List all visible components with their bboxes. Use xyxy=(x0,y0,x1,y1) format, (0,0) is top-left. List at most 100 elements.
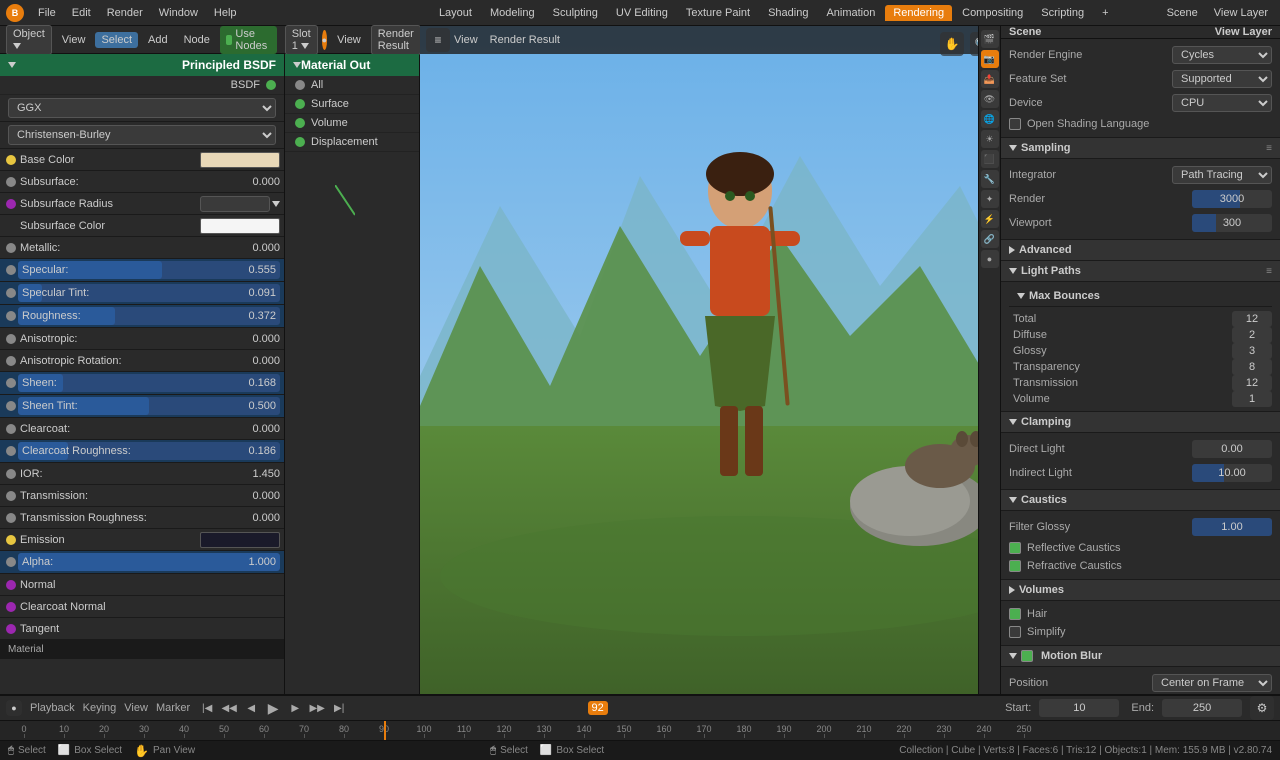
subsurface-color-swatch[interactable] xyxy=(200,218,280,234)
view-menu-timeline[interactable]: View xyxy=(124,702,148,714)
base-color-swatch[interactable] xyxy=(200,152,280,168)
prev-keyframe-btn[interactable]: ◀◀ xyxy=(220,699,238,717)
param-val-clearcoat[interactable]: 0.000 xyxy=(210,423,280,435)
param-val-metallic[interactable]: 0.000 xyxy=(210,242,280,254)
prop-icon-render[interactable]: 📷 xyxy=(981,50,999,68)
prop-icon-physics[interactable]: ⚡ xyxy=(981,210,999,228)
clamping-section-header[interactable]: Clamping xyxy=(1001,412,1280,433)
view2-menu[interactable]: View xyxy=(331,32,367,48)
sphere-preview-btn[interactable]: ● xyxy=(322,30,327,50)
motion-blur-section-header[interactable]: Motion Blur xyxy=(1001,646,1280,667)
timeline-dropdown-icon[interactable]: ● xyxy=(6,700,22,716)
alpha-slider[interactable]: Alpha: 1.000 xyxy=(18,553,280,571)
sheen-slider[interactable]: Sheen: 0.168 xyxy=(18,374,280,392)
viewport-grab-icon[interactable]: ✋ xyxy=(940,32,964,56)
specular-slider[interactable]: Specular: 0.555 xyxy=(18,261,280,279)
tab-scripting[interactable]: Scripting xyxy=(1033,5,1092,21)
prop-icon-object[interactable]: ⬛ xyxy=(981,150,999,168)
motion-blur-checkbox[interactable] xyxy=(1021,650,1033,662)
slot-dropdown[interactable]: Slot 1 xyxy=(285,25,318,55)
tab-modeling[interactable]: Modeling xyxy=(482,5,543,21)
scene-label[interactable]: Scene xyxy=(1161,5,1204,21)
tab-compositing[interactable]: Compositing xyxy=(954,5,1031,21)
indirect-light-slider[interactable]: 10.00 xyxy=(1192,464,1272,482)
reflective-caustics-checkbox[interactable] xyxy=(1009,542,1021,554)
prop-icon-output[interactable]: 📤 xyxy=(981,70,999,88)
bounce-val-glossy[interactable]: 3 xyxy=(1232,343,1272,359)
viewport-menu-icon[interactable]: ≡ xyxy=(426,28,450,52)
prop-icon-particles[interactable]: ✦ xyxy=(981,190,999,208)
keying-menu[interactable]: Keying xyxy=(83,702,117,714)
refractive-caustics-checkbox[interactable] xyxy=(1009,560,1021,572)
tab-sculpting[interactable]: Sculpting xyxy=(545,5,606,21)
param-val-subsurface[interactable]: 0.000 xyxy=(210,176,280,188)
param-val-transmission-roughness[interactable]: 0.000 xyxy=(210,512,280,524)
select-menu[interactable]: Select xyxy=(95,32,138,48)
prev-frame-btn[interactable]: ◀ xyxy=(242,699,260,717)
material-output-header[interactable]: Material Out xyxy=(285,54,419,76)
light-paths-options-icon[interactable]: ≡ xyxy=(1266,266,1272,277)
prop-icon-constraints[interactable]: 🔗 xyxy=(981,230,999,248)
prop-icon-world[interactable]: ☀ xyxy=(981,130,999,148)
go-end-btn[interactable]: ▶| xyxy=(330,699,348,717)
direct-light-slider[interactable]: 0.00 xyxy=(1192,440,1272,458)
start-frame-input[interactable]: 10 xyxy=(1039,699,1119,717)
volumes-section-header[interactable]: Volumes xyxy=(1001,580,1280,601)
tab-rendering[interactable]: Rendering xyxy=(885,5,952,21)
go-start-btn[interactable]: |◀ xyxy=(198,699,216,717)
next-frame-btn[interactable]: ▶ xyxy=(286,699,304,717)
device-select[interactable]: CPU GPU xyxy=(1172,94,1272,112)
tab-layout[interactable]: Layout xyxy=(431,5,480,21)
bounce-val-diffuse[interactable]: 2 xyxy=(1232,327,1272,343)
play-btn[interactable]: ▶ xyxy=(264,699,282,717)
bounce-val-transparency[interactable]: 8 xyxy=(1232,359,1272,375)
prop-icon-material[interactable]: ● xyxy=(981,250,999,268)
menu-file[interactable]: File xyxy=(32,5,62,21)
render-engine-select[interactable]: Cycles EEVEE xyxy=(1172,46,1272,64)
open-shading-checkbox[interactable] xyxy=(1009,118,1021,130)
render-samples-slider[interactable]: 3000 xyxy=(1192,190,1272,208)
tab-animation[interactable]: Animation xyxy=(818,5,883,21)
sampling-options-icon[interactable]: ≡ xyxy=(1266,143,1272,154)
viewport-samples-slider[interactable]: 300 xyxy=(1192,214,1272,232)
clearcoat-roughness-slider[interactable]: Clearcoat Roughness: 0.186 xyxy=(18,442,280,460)
prop-icon-view[interactable]: 👁 xyxy=(981,90,999,108)
light-paths-section-header[interactable]: Light Paths ≡ xyxy=(1001,261,1280,282)
viewport-render-label[interactable]: Render Result xyxy=(490,34,560,46)
tab-texture-paint[interactable]: Texture Paint xyxy=(678,5,758,21)
prop-icon-modifier[interactable]: 🔧 xyxy=(981,170,999,188)
sheen-tint-slider[interactable]: Sheen Tint: 0.500 xyxy=(18,397,280,415)
param-val-transmission[interactable]: 0.000 xyxy=(210,490,280,502)
filter-glossy-slider[interactable]: 1.00 xyxy=(1192,518,1272,536)
hair-checkbox[interactable] xyxy=(1009,608,1021,620)
bsdf-header[interactable]: Principled BSDF xyxy=(0,54,284,76)
subsurface-radius-field[interactable] xyxy=(200,196,270,212)
param-val-anisotropic[interactable]: 0.000 xyxy=(210,333,280,345)
current-frame-display[interactable]: 92 xyxy=(588,701,608,715)
view-layer-label[interactable]: View Layer xyxy=(1208,5,1274,21)
integrator-select[interactable]: Path Tracing xyxy=(1172,166,1272,184)
bounce-val-transmission[interactable]: 12 xyxy=(1232,375,1272,391)
feature-set-select[interactable]: Supported Experimental xyxy=(1172,70,1272,88)
simplify-checkbox[interactable] xyxy=(1009,626,1021,638)
max-bounces-header[interactable]: Max Bounces xyxy=(1009,286,1272,307)
prop-icon-scene[interactable]: 🎬 xyxy=(981,30,999,48)
menu-render[interactable]: Render xyxy=(101,5,149,21)
bounce-val-volume[interactable]: 1 xyxy=(1232,391,1272,407)
next-keyframe-btn[interactable]: ▶▶ xyxy=(308,699,326,717)
add-menu[interactable]: Add xyxy=(142,32,174,48)
bounce-val-total[interactable]: 12 xyxy=(1232,311,1272,327)
viewport-view-label[interactable]: View xyxy=(454,34,478,46)
view-menu[interactable]: View xyxy=(56,32,92,48)
emission-swatch[interactable] xyxy=(200,532,280,548)
menu-help[interactable]: Help xyxy=(208,5,243,21)
advanced-section-header[interactable]: Advanced xyxy=(1001,240,1280,261)
prop-icon-scene2[interactable]: 🌐 xyxy=(981,110,999,128)
marker-menu[interactable]: Marker xyxy=(156,702,190,714)
use-nodes-toggle[interactable]: Use Nodes xyxy=(220,26,277,54)
menu-window[interactable]: Window xyxy=(153,5,204,21)
specular-tint-slider[interactable]: Specular Tint: 0.091 xyxy=(18,284,280,302)
end-frame-input[interactable]: 250 xyxy=(1162,699,1242,717)
subsurface-method-select[interactable]: Christensen-Burley xyxy=(8,125,276,145)
param-val-anisotropic-rotation[interactable]: 0.000 xyxy=(210,355,280,367)
